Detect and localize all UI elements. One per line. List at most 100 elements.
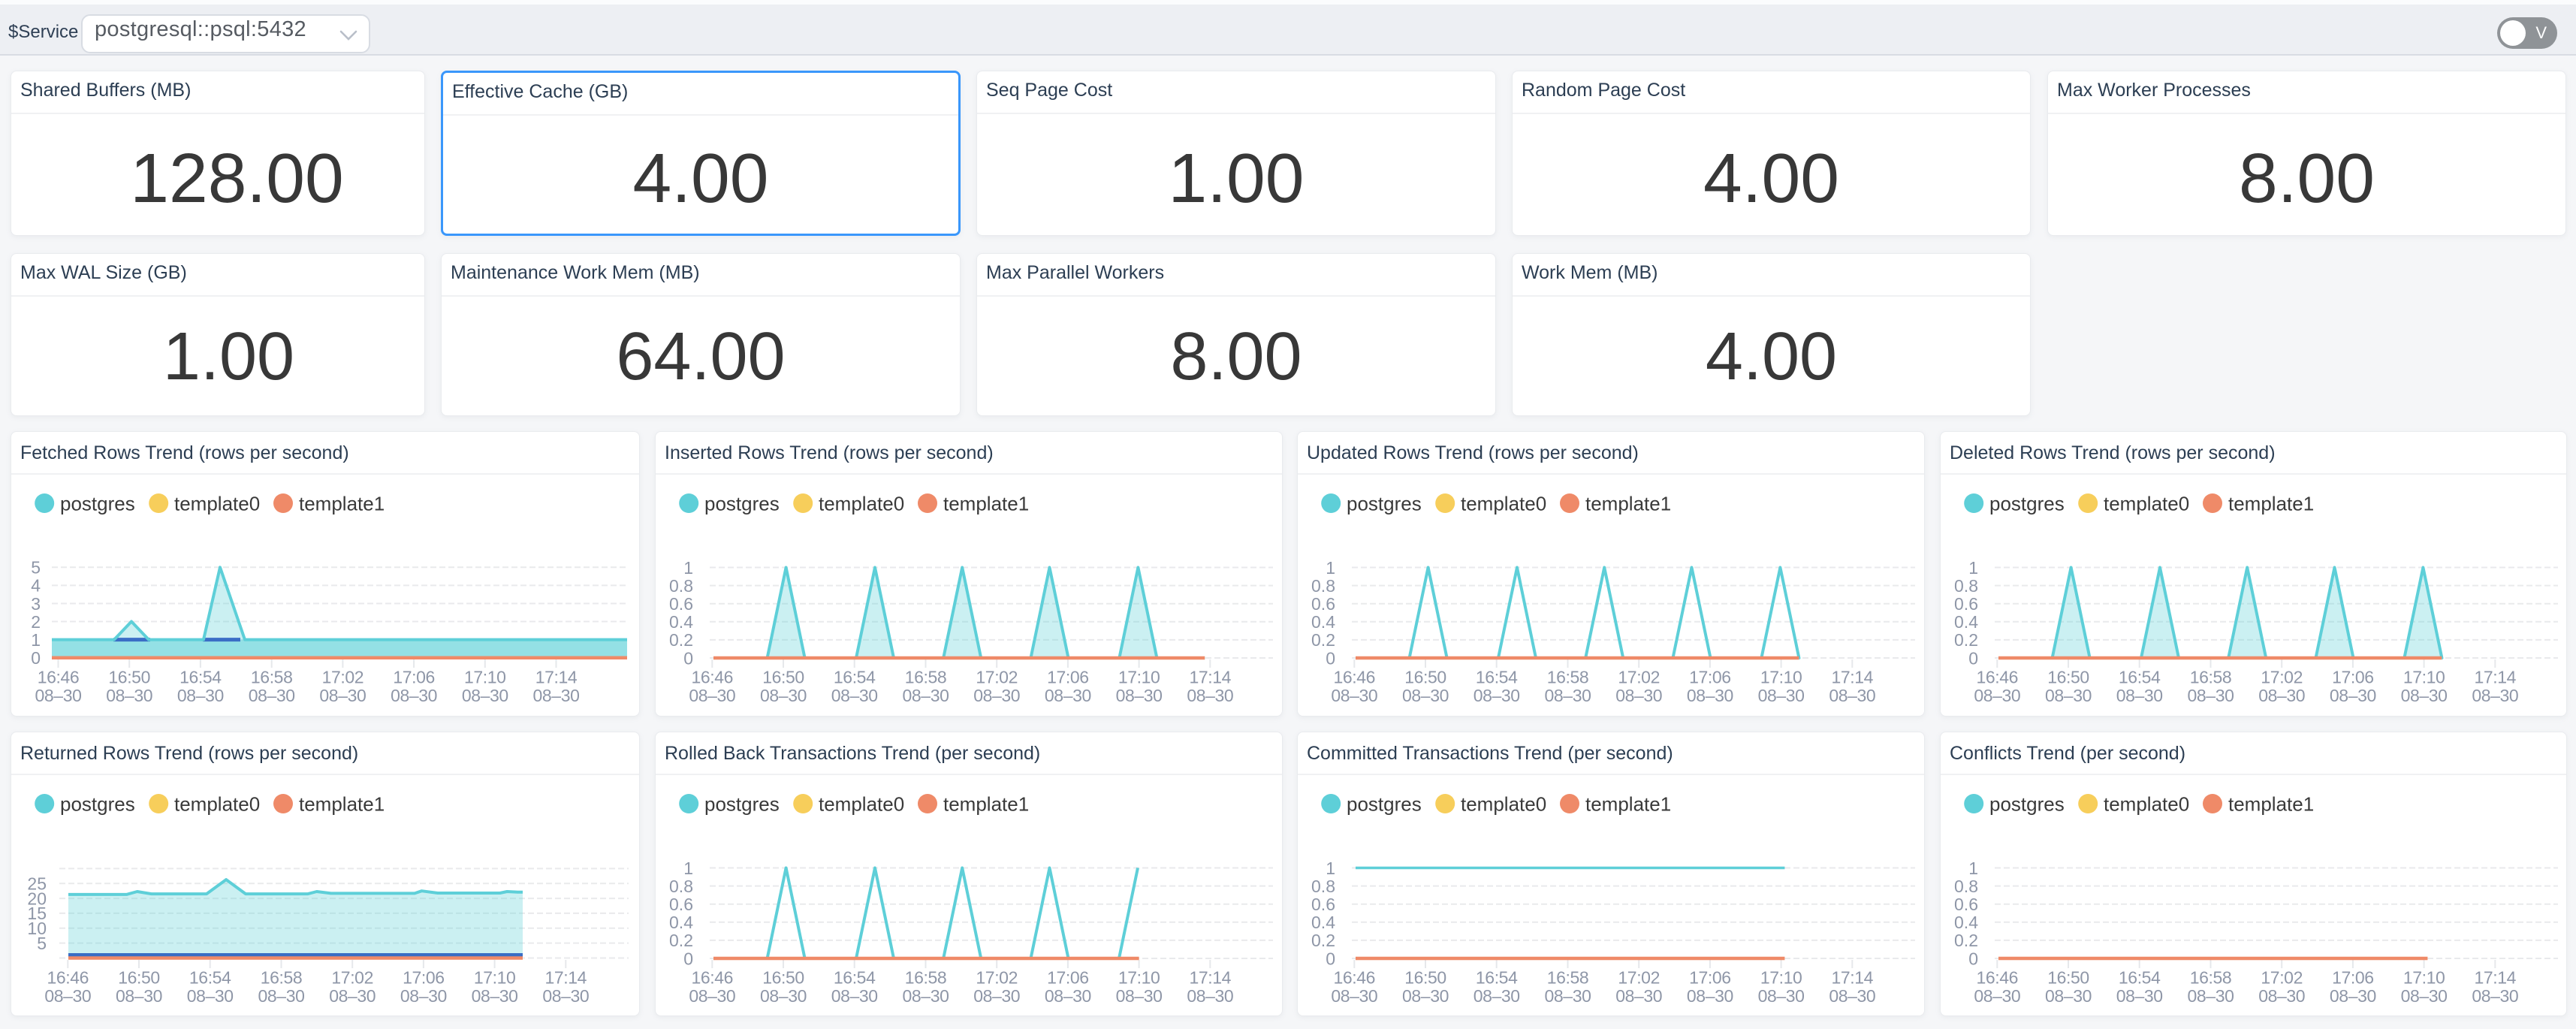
svg-text:1: 1 (1326, 558, 1335, 578)
svg-text:0: 0 (1968, 949, 1978, 968)
svg-text:16:46: 16:46 (1977, 668, 2019, 687)
svg-text:0.6: 0.6 (1954, 895, 1978, 914)
svg-text:08–30: 08–30 (760, 986, 807, 1006)
svg-text:08–30: 08–30 (1045, 986, 1091, 1006)
svg-text:0.4: 0.4 (1954, 913, 1978, 932)
svg-text:0: 0 (1326, 949, 1335, 968)
svg-text:16:58: 16:58 (905, 968, 947, 988)
svg-text:template1: template1 (1585, 493, 1671, 515)
svg-text:16:50: 16:50 (762, 668, 804, 687)
svg-text:08–30: 08–30 (2472, 686, 2518, 705)
svg-text:0.4: 0.4 (669, 913, 693, 932)
svg-text:08–30: 08–30 (1829, 986, 1875, 1006)
svg-text:1: 1 (1968, 558, 1978, 578)
svg-text:08–30: 08–30 (1829, 686, 1875, 705)
svg-text:template0: template0 (174, 493, 260, 515)
svg-text:08–30: 08–30 (2045, 686, 2092, 705)
svg-text:template0: template0 (819, 493, 904, 515)
svg-text:17:02: 17:02 (976, 968, 1018, 988)
svg-text:08–30: 08–30 (542, 986, 589, 1006)
svg-text:postgres: postgres (1989, 793, 2065, 816)
svg-text:08–30: 08–30 (1974, 986, 2020, 1006)
svg-text:template0: template0 (174, 793, 260, 816)
svg-text:17:14: 17:14 (1832, 668, 1874, 687)
svg-text:17:10: 17:10 (1760, 968, 1802, 988)
svg-text:17:02: 17:02 (1618, 968, 1660, 988)
svg-text:17:06: 17:06 (2332, 668, 2374, 687)
svg-text:17:14: 17:14 (2475, 668, 2517, 687)
svg-text:08–30: 08–30 (903, 686, 949, 705)
svg-text:08–30: 08–30 (1758, 686, 1805, 705)
svg-text:16:58: 16:58 (251, 668, 293, 687)
svg-text:08–30: 08–30 (1402, 686, 1449, 705)
svg-text:0.8: 0.8 (1311, 576, 1335, 596)
svg-text:08–30: 08–30 (2401, 986, 2448, 1006)
svg-text:postgres: postgres (60, 493, 135, 515)
svg-text:08–30: 08–30 (177, 686, 224, 705)
svg-text:17:14: 17:14 (1832, 968, 1874, 988)
svg-text:template0: template0 (1461, 793, 1546, 816)
svg-text:17:06: 17:06 (393, 668, 435, 687)
svg-text:08–30: 08–30 (2045, 986, 2092, 1006)
svg-text:0.6: 0.6 (1311, 895, 1335, 914)
svg-text:0.4: 0.4 (1311, 913, 1335, 932)
svg-text:08–30: 08–30 (2330, 986, 2376, 1006)
svg-text:08–30: 08–30 (106, 686, 152, 705)
svg-text:17:14: 17:14 (535, 668, 578, 687)
svg-text:template0: template0 (2104, 493, 2189, 515)
svg-text:17:02: 17:02 (322, 668, 364, 687)
svg-text:1: 1 (683, 859, 693, 878)
svg-text:17:10: 17:10 (2403, 968, 2445, 988)
svg-text:17:14: 17:14 (2475, 968, 2517, 988)
svg-text:08–30: 08–30 (462, 686, 508, 705)
svg-text:0.8: 0.8 (1954, 576, 1978, 596)
svg-text:17:02: 17:02 (1618, 668, 1660, 687)
svg-text:08–30: 08–30 (2116, 686, 2163, 705)
svg-text:08–30: 08–30 (35, 686, 82, 705)
svg-text:08–30: 08–30 (319, 686, 366, 705)
svg-text:0.2: 0.2 (1311, 931, 1335, 950)
svg-text:08–30: 08–30 (391, 686, 437, 705)
svg-text:0.2: 0.2 (1311, 630, 1335, 650)
svg-text:template1: template1 (1585, 793, 1671, 816)
svg-text:16:50: 16:50 (1404, 668, 1446, 687)
svg-text:postgres: postgres (1347, 793, 1422, 816)
svg-text:08–30: 08–30 (1402, 986, 1449, 1006)
svg-text:17:10: 17:10 (1118, 668, 1160, 687)
svg-text:16:58: 16:58 (905, 668, 947, 687)
svg-text:08–30: 08–30 (2188, 986, 2234, 1006)
svg-text:4: 4 (31, 576, 41, 596)
svg-text:template1: template1 (943, 793, 1029, 816)
svg-text:0.6: 0.6 (669, 594, 693, 614)
svg-text:08–30: 08–30 (1615, 686, 1662, 705)
svg-text:template1: template1 (2228, 493, 2314, 515)
svg-text:0: 0 (31, 648, 41, 668)
svg-text:16:54: 16:54 (834, 668, 876, 687)
svg-text:08–30: 08–30 (831, 986, 878, 1006)
svg-text:16:54: 16:54 (2119, 668, 2161, 687)
svg-text:08–30: 08–30 (1331, 686, 1377, 705)
svg-text:0.2: 0.2 (669, 931, 693, 950)
svg-text:template0: template0 (819, 793, 904, 816)
svg-text:08–30: 08–30 (1545, 986, 1591, 1006)
svg-text:1: 1 (31, 630, 41, 650)
svg-text:1: 1 (683, 558, 693, 578)
svg-text:0.4: 0.4 (1311, 612, 1335, 632)
svg-text:08–30: 08–30 (689, 986, 735, 1006)
svg-text:0.8: 0.8 (669, 877, 693, 896)
svg-text:0.6: 0.6 (1954, 594, 1978, 614)
svg-text:5: 5 (31, 558, 41, 578)
svg-text:08–30: 08–30 (1474, 686, 1520, 705)
svg-text:08–30: 08–30 (1116, 686, 1163, 705)
svg-text:17:14: 17:14 (545, 968, 587, 988)
svg-text:0: 0 (683, 648, 693, 668)
svg-text:16:46: 16:46 (692, 668, 734, 687)
svg-text:08–30: 08–30 (1187, 986, 1233, 1006)
svg-text:08–30: 08–30 (400, 986, 447, 1006)
svg-text:08–30: 08–30 (2472, 986, 2518, 1006)
svg-text:16:46: 16:46 (692, 968, 734, 988)
svg-text:16:54: 16:54 (189, 968, 231, 988)
svg-text:template1: template1 (299, 493, 385, 515)
svg-text:16:50: 16:50 (762, 968, 804, 988)
svg-text:postgres: postgres (704, 793, 780, 816)
